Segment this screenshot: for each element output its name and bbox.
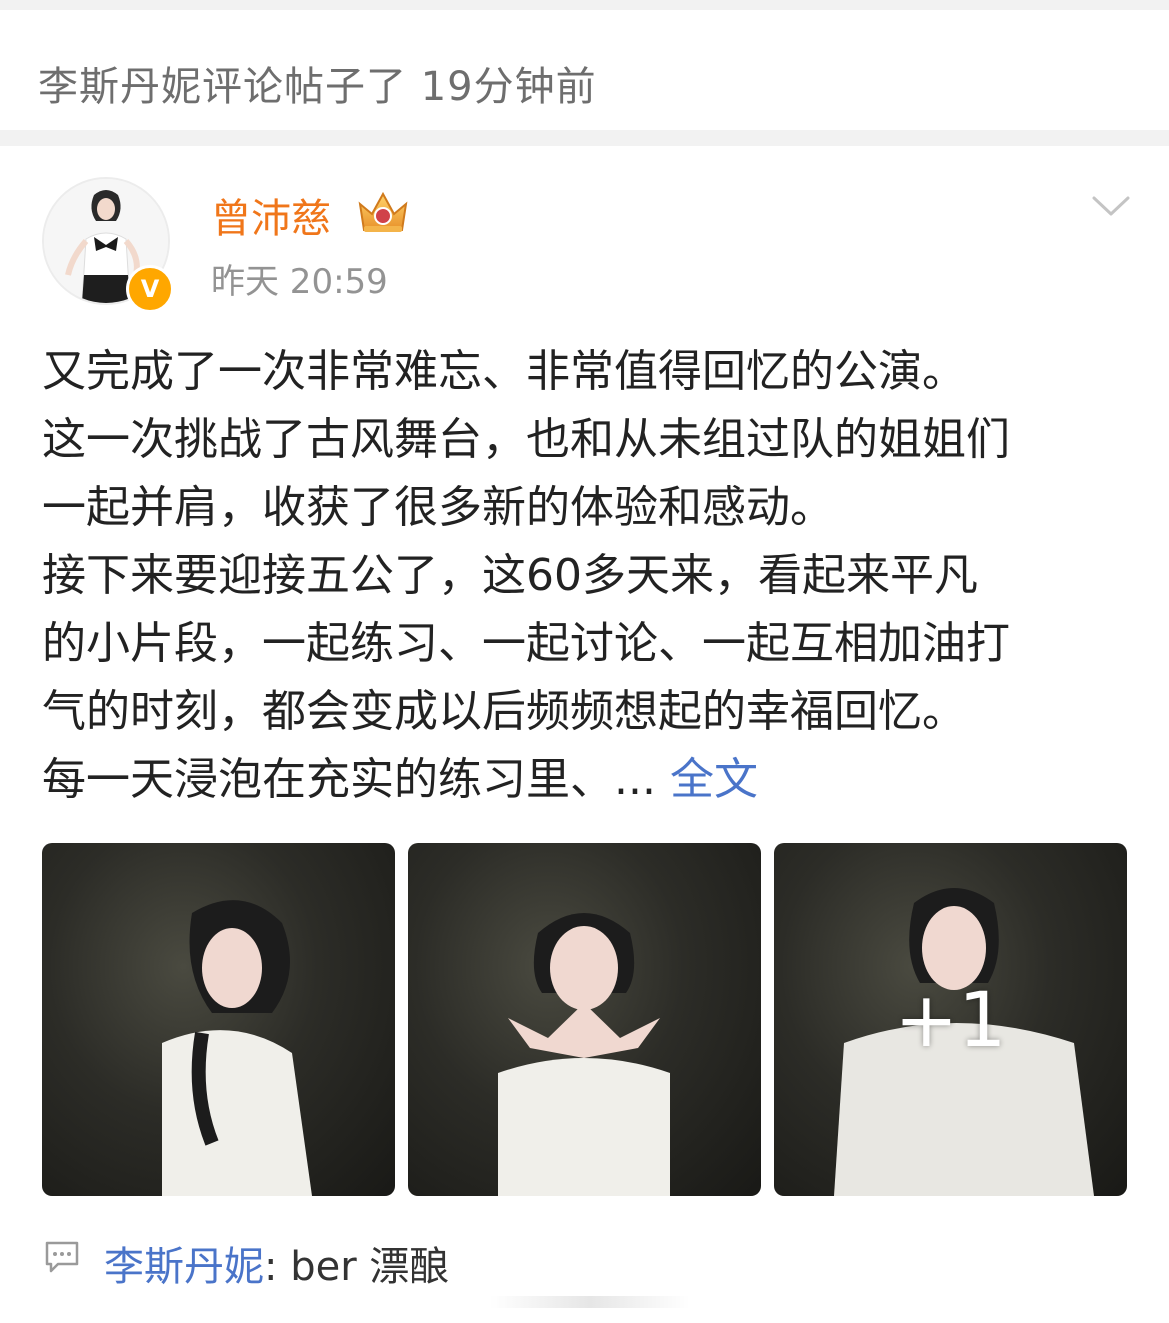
photo-figure — [498, 913, 670, 1196]
post-author-name[interactable]: 曾沛慈 — [211, 186, 331, 244]
comment-author[interactable]: 李斯丹妮 — [104, 1244, 264, 1290]
full-text-link[interactable]: 全文 — [670, 754, 758, 805]
post-timestamp: 昨天 20:59 — [211, 262, 388, 302]
comment-preview[interactable]: 李斯丹妮: ber 漂酿 — [104, 1234, 449, 1292]
notification-text: 李斯丹妮评论帖子了 19分钟前 — [38, 64, 597, 110]
content-line: 一起并肩，收获了很多新的体验和感动。 — [42, 482, 834, 533]
status-strip — [0, 0, 1169, 10]
photo-figure — [162, 900, 312, 1196]
content-line: 又完成了一次非常难忘、非常值得回忆的公演。 — [42, 346, 966, 397]
bottom-fade — [490, 1296, 690, 1308]
truncated-text: 每一天浸泡在充实的练习里、... — [42, 754, 656, 805]
content-line-truncated: 每一天浸泡在充实的练习里、... 全文 — [42, 746, 1132, 814]
post-content: 又完成了一次非常难忘、非常值得回忆的公演。 这一次挑战了古风舞台，也和从未组过队… — [42, 338, 1132, 814]
comment-icon — [45, 1241, 79, 1273]
content-line: 气的时刻，都会变成以后频频想起的幸福回忆。 — [42, 686, 966, 737]
crown-icon[interactable] — [354, 186, 412, 236]
verified-icon: V — [126, 265, 174, 313]
content-line: 这一次挑战了古风舞台，也和从未组过队的姐姐们 — [42, 414, 1010, 465]
post-image-2[interactable] — [408, 843, 761, 1196]
content-line: 的小片段，一起练习、一起讨论、一起互相加油打 — [42, 618, 1010, 669]
chevron-down-icon[interactable] — [1090, 190, 1132, 220]
content-line: 接下来要迎接五公了，这60多天来，看起来平凡 — [42, 550, 978, 601]
post-image-1[interactable] — [42, 843, 395, 1196]
more-images-count: +1 — [894, 975, 1007, 1064]
divider — [0, 130, 1169, 146]
notification-header[interactable]: 李斯丹妮评论帖子了 19分钟前 — [0, 10, 1169, 130]
comment-text: : ber 漂酿 — [264, 1244, 450, 1290]
post-image-3[interactable]: +1 — [774, 843, 1127, 1196]
